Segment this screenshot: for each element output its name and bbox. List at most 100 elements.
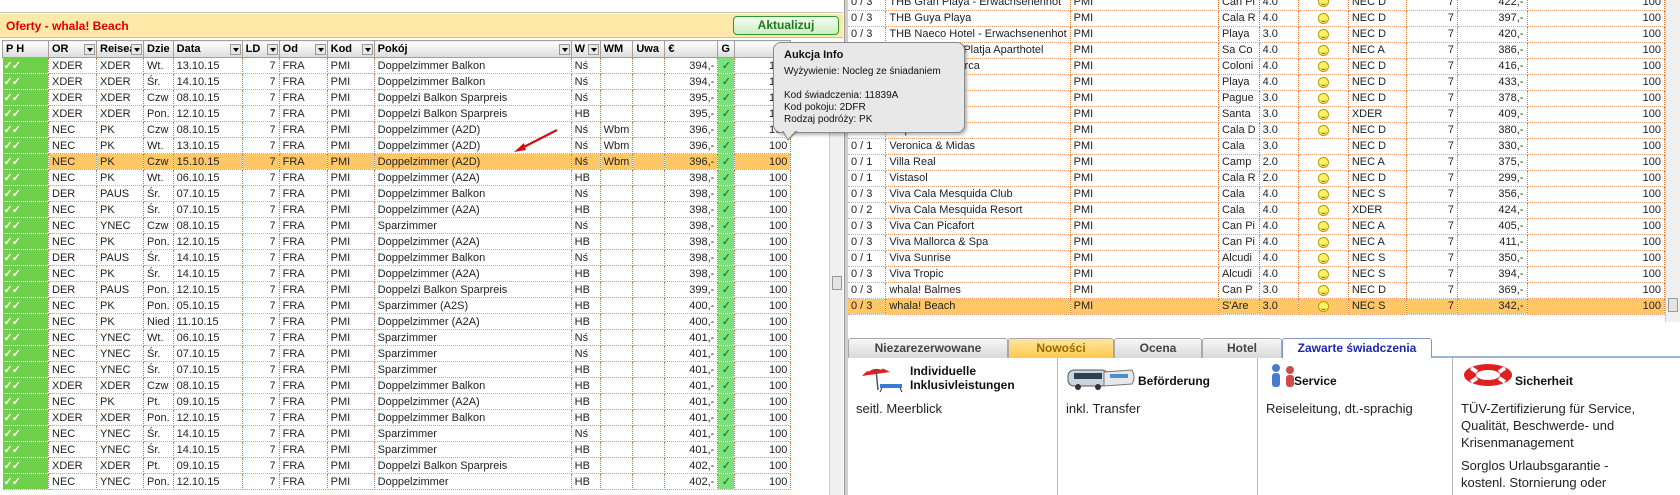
offer-row[interactable]: ✓✓ XDER XDER Pon. 12.10.15 7 FRA PMI Doppelzimme…: [2, 409, 792, 426]
hotel-row[interactable]: 0 / 1 Viva Sunrise PMI Alcudi 4.0 NEC S 7 350,-…: [848, 250, 1665, 267]
hotel-cell: 4.0: [1259, 234, 1300, 251]
hotel-row[interactable]: 0 / 1 Villa Real PMI Camp 2.0 NEC A 7 375,- 100: [848, 154, 1665, 171]
hotels-scrollbar[interactable]: [1665, 0, 1680, 322]
hotel-row[interactable]: 0 / 3ValparaisoPMIPague3.0NEC D7378,-100: [848, 90, 1665, 107]
hotel-row[interactable]: 0 / 3 THB Guya Playa PMI Cala R 4.0 NEC D 7 397…: [848, 10, 1665, 27]
hotel-row[interactable]: 0 / 3ValparaisoPMICala D3.0NEC D7380,-10…: [848, 122, 1665, 139]
column-header[interactable]: OR: [48, 40, 97, 58]
top-strip: [0, 0, 843, 13]
offer-row[interactable]: ✓✓ XDER XDER Pon. 12.10.15 7 FRA PMI Doppelzi Ba…: [2, 105, 792, 122]
offer-row[interactable]: ✓✓ NEC YNEC Śr. 14.10.15 7 FRA PMI Sparzimmer Nś 4…: [2, 425, 792, 442]
offer-cell: [600, 169, 634, 186]
offer-row[interactable]: ✓✓ NEC PK Pt. 09.10.15 7 FRA PMI Doppelzimmer (A…: [2, 393, 792, 410]
guarantee-check: ✓: [717, 169, 736, 186]
card-inclusive: Individuelle Inklusivleistungen seitl. M…: [848, 358, 1058, 495]
column-header[interactable]: LD: [241, 40, 280, 58]
column-header[interactable]: Uwa: [632, 40, 666, 58]
hotel-row[interactable]: 0 / 1 Veronica & Midas PMI Cala 3.0 NEC D 7 330…: [848, 138, 1665, 155]
offer-row[interactable]: ✓✓ NEC PK Pon. 05.10.15 7 FRA PMI Sparzimmer (A2…: [2, 297, 792, 314]
tab-hotel[interactable]: Hotel: [1202, 338, 1282, 358]
chevron-down-icon[interactable]: [361, 44, 373, 55]
hotel-row[interactable]: 0 / 1 Vistasol PMI Cala R 2.0 NEC D 7 299,- 100: [848, 170, 1665, 187]
offer-row[interactable]: ✓✓ NEC YNEC Śr. 07.10.15 7 FRA PMI Sparzimmer HB 4…: [2, 361, 792, 378]
offer-row[interactable]: ✓✓ NEC PK Czw 15.10.15 7 FRA PMI Doppelzimmer (A…: [2, 153, 792, 170]
offer-cell: Sparzimmer: [374, 217, 572, 234]
offer-cell: Doppelzi Balkon Sparpreis: [374, 281, 572, 298]
column-header[interactable]: Kod: [326, 40, 375, 58]
column-header[interactable]: Dzie: [143, 40, 174, 58]
offer-row[interactable]: ✓✓ NEC YNEC Wt. 06.10.15 7 FRA PMI Sparzimmer Nś 4…: [2, 329, 792, 346]
hotel-row[interactable]: 0 / 3 Viva Mallorca & Spa PMI Can Pi 4.0 NEC …: [848, 234, 1665, 251]
chevron-down-icon[interactable]: [587, 44, 599, 55]
offer-row[interactable]: ✓✓ NEC PK Wt. 13.10.15 7 FRA PMI Doppelzimmer (A…: [2, 137, 792, 154]
offer-row[interactable]: ✓✓ DER PAUS Śr. 14.10.15 7 FRA PMI Doppelzimmer …: [2, 249, 792, 266]
offer-row[interactable]: ✓✓ DER PAUS Pon. 12.10.15 7 FRA PMI Doppelzi Bal…: [2, 281, 792, 298]
offer-row[interactable]: ✓✓ NEC YNEC Śr. 07.10.15 7 FRA PMI Sparzimmer Nś 4…: [2, 345, 792, 362]
offer-row[interactable]: ✓✓ XDER XDER Czw 08.10.15 7 FRA PMI Doppelzi Bal…: [2, 89, 792, 106]
column-header[interactable]: W: [570, 40, 601, 58]
offer-cell: Doppelzimmer: [374, 473, 572, 490]
offer-row[interactable]: ✓✓ DER PAUS Śr. 07.10.15 7 FRA PMI Doppelzimmer …: [2, 185, 792, 202]
offer-cell: PK: [96, 265, 144, 282]
chevron-down-icon[interactable]: [266, 44, 278, 55]
column-header[interactable]: Reisear: [96, 40, 144, 58]
hotel-row[interactable]: 0 / 3Universal MallorcaPMIColoni4.0NEC D…: [848, 58, 1665, 75]
update-button[interactable]: Aktualizuj: [733, 16, 839, 35]
hotel-cell: 416,-: [1457, 58, 1528, 75]
hotel-cell: 100: [1527, 122, 1665, 139]
column-header[interactable]: Od: [278, 40, 328, 58]
chevron-down-icon[interactable]: [314, 44, 326, 55]
hotel-cell: 375,-: [1457, 154, 1528, 171]
tab-ocena[interactable]: Ocena: [1114, 338, 1202, 358]
hotel-cell: 3.0: [1259, 298, 1300, 315]
column-header[interactable]: Data: [172, 40, 243, 58]
hotel-row[interactable]: 0 / 3Valparaiso MarPMISanta3.0XDER7409,-…: [848, 106, 1665, 123]
offer-row[interactable]: ✓✓ XDER XDER Pt. 09.10.15 7 FRA PMI Doppelzi Bal…: [2, 457, 792, 474]
tab-nowosci[interactable]: Nowości: [1008, 338, 1114, 358]
offer-row[interactable]: ✓✓ NEC YNEC Śr. 14.10.15 7 FRA PMI Sparzimmer HB 4…: [2, 441, 792, 458]
hotel-row[interactable]: 0 / 3ValparaisoPMIPlaya4.0NEC D7433,-100: [848, 74, 1665, 91]
offer-row[interactable]: ✓✓ NEC PK Pon. 12.10.15 7 FRA PMI Doppelzimmer (…: [2, 233, 792, 250]
offer-row[interactable]: ✓✓ NEC YNEC Czw 08.10.15 7 FRA PMI Sparzimmer Nś 3…: [2, 217, 792, 234]
hotel-row[interactable]: 0 / 3THB Sa Coma Platja AparthotelPMISa …: [848, 42, 1665, 59]
column-header[interactable]: €: [664, 40, 719, 58]
hotel-row[interactable]: 0 / 3 Viva Can Picafort PMI Can Pi 4.0 NEC A7…: [848, 218, 1665, 235]
hotel-row[interactable]: 0 / 3 Viva Tropic PMI Alcudi 4.0 NEC S 7 394,- 1…: [848, 266, 1665, 283]
hotel-row[interactable]: 0 / 3 whala! Beach PMI S'Are 3.0 NEC S 7 342,- 1…: [848, 298, 1665, 315]
tab-niezarezerwowane[interactable]: Niezarezerwowane: [848, 338, 1008, 358]
hotels-scroll-thumb[interactable]: [1668, 298, 1678, 312]
offer-row[interactable]: ✓✓ NEC PK Śr. 07.10.15 7 FRA PMI Doppelzimmer (A…: [2, 201, 792, 218]
offer-cell: Doppelzimmer Balkon: [374, 73, 572, 90]
offer-row[interactable]: ✓✓ NEC PK Czw 08.10.15 7 FRA PMI Doppelzimmer (A…: [2, 121, 792, 138]
offer-row[interactable]: ✓✓ NEC PK Śr. 14.10.15 7 FRA PMI Doppelzimmer (A…: [2, 265, 792, 282]
offer-row[interactable]: ✓✓ NEC PK Nied 11.10.15 7 FRA PMI Doppelzimmer (…: [2, 313, 792, 330]
offer-row[interactable]: ✓✓ XDER XDER Czw 08.10.15 7 FRA PMI Doppelzimmer…: [2, 377, 792, 394]
hotel-cell: 100: [1527, 154, 1665, 171]
offer-row[interactable]: ✓✓ NEC PK Wt. 06.10.15 7 FRA PMI Doppelzimmer (A…: [2, 169, 792, 186]
hotel-row[interactable]: 0 / 2 Viva Cala Mesquida Resort PMI Cala 4.0…: [848, 202, 1665, 219]
hotel-row[interactable]: 0 / 3 THB Gran Playa - Erwachsenenhot PMI C…: [848, 0, 1665, 11]
hotel-row[interactable]: 0 / 3 whala! Balmes PMI Can P 3.0 NEC D 7 369,-…: [848, 282, 1665, 299]
guarantee-check: ✓: [717, 201, 736, 218]
offer-cell: [632, 169, 666, 186]
column-header[interactable]: P H: [2, 40, 49, 58]
offer-row[interactable]: ✓✓ XDER XDER Śr. 14.10.15 7 FRA PMI Doppelzimmer…: [2, 73, 792, 90]
tab-zawarte-swiadczenia[interactable]: Zawarte świadczenia: [1282, 338, 1432, 360]
column-header[interactable]: G: [717, 40, 736, 58]
chevron-down-icon[interactable]: [131, 44, 142, 55]
hotel-row[interactable]: 0 / 3 THB Naeco Hotel - Erwachsenenhot PMI…: [848, 26, 1665, 43]
chevron-down-icon[interactable]: [229, 44, 241, 55]
offer-row[interactable]: ✓✓ XDER XDER Wt. 13.10.15 7 FRA PMI Doppelzimmer…: [2, 57, 792, 74]
chevron-down-icon[interactable]: [558, 44, 570, 55]
offer-row[interactable]: ✓✓ NEC YNEC Pon. 12.10.15 7 FRA PMI Doppelzimmer…: [2, 473, 792, 490]
hotel-row[interactable]: 0 / 3 Viva Cala Mesquida Club PMI Cala 4.0 NE…: [848, 186, 1665, 203]
column-header[interactable]: WM: [599, 40, 634, 58]
offers-scroll-thumb[interactable]: [832, 276, 842, 290]
hotel-cell: NEC D: [1348, 90, 1407, 107]
column-header[interactable]: Pokój: [373, 40, 572, 58]
offer-cell: Sparzimmer: [374, 361, 572, 378]
card-transport: Beförderung inkl. Transfer: [1058, 358, 1258, 495]
offer-cell: [632, 137, 666, 154]
offer-cell: FRA: [279, 441, 328, 458]
chevron-down-icon[interactable]: [84, 44, 95, 55]
